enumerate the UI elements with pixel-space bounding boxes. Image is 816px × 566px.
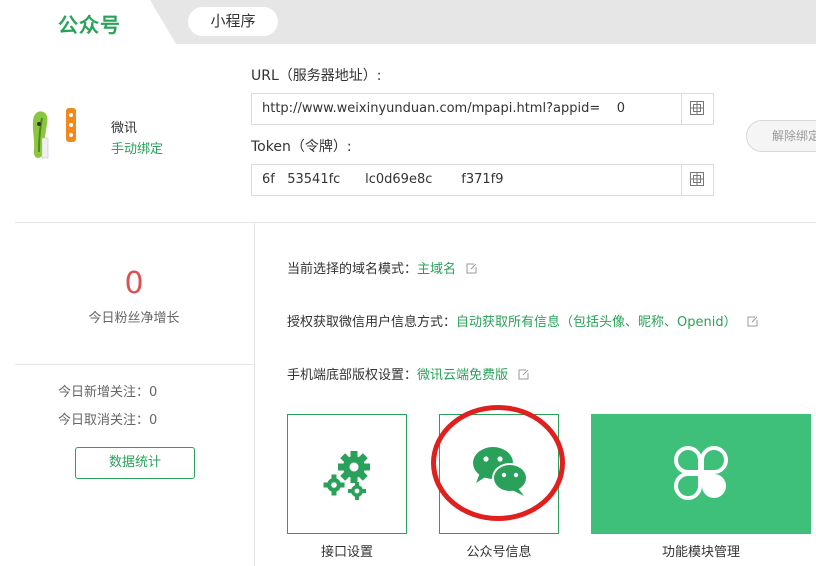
- fans-growth-label: 今日粉丝净增长: [88, 311, 180, 326]
- account-info-label: 公众号信息: [466, 545, 532, 560]
- cancel-follow-stat: 今日取消关注：0: [58, 409, 157, 428]
- setting-label: 授权获取微信用户信息方式：: [287, 315, 457, 330]
- account-avatar: [32, 108, 76, 159]
- page: 公众号 小程序 微讯 手动绑定 URL（服务器地址）: http://www.w…: [0, 0, 816, 566]
- setting-label: 当前选择的域名模式：: [287, 262, 418, 277]
- new-follow-value: 0: [149, 385, 158, 400]
- cancel-follow-value: 0: [149, 413, 158, 428]
- interface-settings-label: 接口设置: [320, 545, 373, 560]
- data-statistics-button[interactable]: 数据统计: [75, 447, 195, 479]
- gears-icon: [323, 451, 370, 500]
- auth-method-value[interactable]: 自动获取所有信息（包括头像、昵称、Openid）: [456, 315, 737, 330]
- divider: [15, 222, 816, 223]
- url-copy-button[interactable]: [681, 94, 713, 124]
- highlight-circle: [431, 405, 565, 521]
- setting-label: 手机端底部版权设置：: [287, 368, 418, 383]
- copyright-value[interactable]: 微讯云端免费版: [417, 368, 508, 383]
- token-field[interactable]: 6f 53541fc lc0d69e8c f371f9: [251, 164, 714, 196]
- new-follow-stat: 今日新增关注：0: [58, 381, 157, 400]
- divider: [15, 364, 254, 365]
- tab-mini-program[interactable]: 小程序: [188, 7, 278, 36]
- module-management-card[interactable]: [591, 414, 811, 534]
- token-label: Token（令牌）:: [251, 139, 352, 155]
- fans-growth-number: 0: [124, 266, 144, 301]
- url-label: URL（服务器地址）:: [251, 68, 382, 84]
- manual-bind-link[interactable]: 手动绑定: [111, 138, 163, 157]
- edit-icon[interactable]: [518, 369, 529, 380]
- modules-icon: [674, 446, 728, 500]
- copyright-setting: 手机端底部版权设置：微讯云端免费版: [287, 364, 529, 383]
- account-name: 微讯: [111, 121, 138, 136]
- tab-bar: 公众号 小程序: [0, 0, 816, 44]
- auth-method-setting: 授权获取微信用户信息方式：自动获取所有信息（包括头像、昵称、Openid）: [287, 311, 758, 330]
- url-field[interactable]: http://www.weixinyunduan.com/mpapi.html?…: [251, 93, 714, 125]
- module-management-label: 功能模块管理: [661, 545, 740, 560]
- url-value: http://www.weixinyunduan.com/mpapi.html?…: [262, 101, 626, 116]
- tab-official-account-label: 公众号: [58, 13, 121, 37]
- new-follow-label: 今日新增关注：: [58, 385, 150, 400]
- tab-official-account[interactable]: 公众号: [0, 0, 176, 44]
- interface-settings-card[interactable]: [287, 414, 407, 534]
- cancel-follow-label: 今日取消关注：: [58, 413, 150, 428]
- copy-icon: [690, 172, 704, 186]
- edit-icon[interactable]: [747, 316, 758, 327]
- edit-icon[interactable]: [466, 263, 477, 274]
- token-copy-button[interactable]: [681, 165, 713, 195]
- domain-mode-value[interactable]: 主域名: [417, 262, 456, 277]
- copy-icon: [690, 101, 704, 115]
- token-value: 6f 53541fc lc0d69e8c f371f9: [262, 172, 504, 187]
- domain-mode-setting: 当前选择的域名模式：主域名: [287, 258, 477, 277]
- unbind-button[interactable]: 解除绑定: [746, 120, 816, 152]
